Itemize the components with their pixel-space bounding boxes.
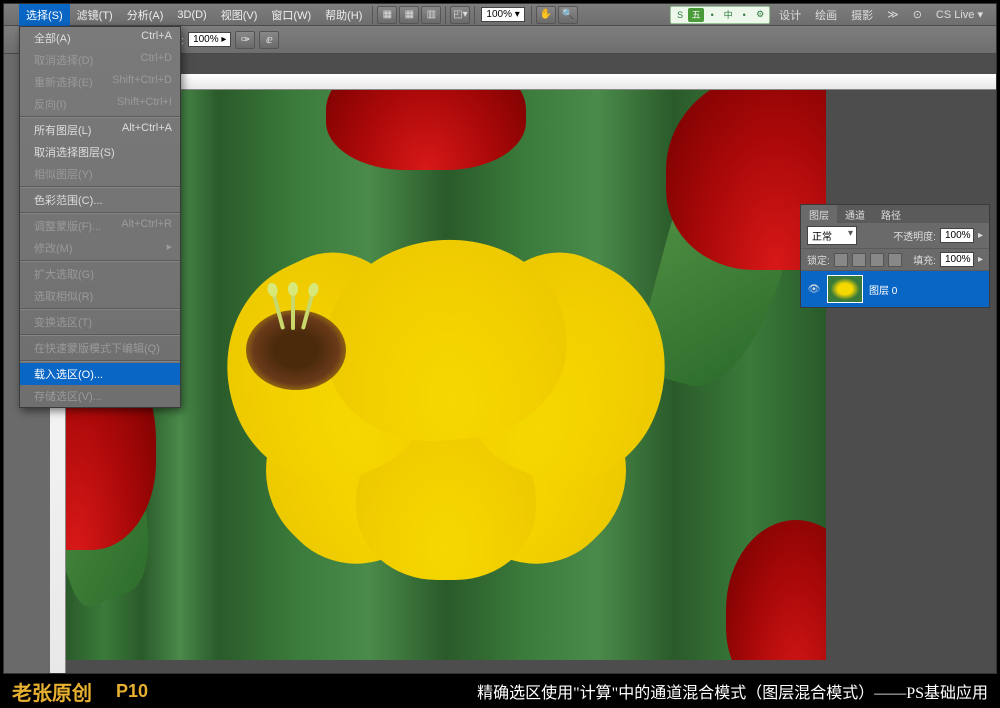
search-icon[interactable]: ⊙	[908, 6, 927, 23]
layers-panel: 图层 通道 路径 正常 不透明度: 100% ▸ 锁定: 填充: 100% ▸ …	[800, 204, 990, 308]
cslive-dropdown[interactable]: CS Live ▾	[931, 6, 988, 23]
ruler-horizontal[interactable]	[66, 74, 996, 90]
flow-input[interactable]: 100% ▸	[188, 32, 231, 47]
menu-deselect[interactable]: 取消选择(D)Ctrl+D	[20, 49, 180, 71]
select-menu-dropdown: 全部(A)Ctrl+A 取消选择(D)Ctrl+D 重新选择(E)Shift+C…	[19, 26, 181, 408]
menu-reselect[interactable]: 重新选择(E)Shift+Ctrl+D	[20, 71, 180, 93]
tab-channels[interactable]: 通道	[837, 205, 873, 224]
footer-caption: 老张原创 P10 精确选区使用"计算"中的通道混合模式（图层混合模式）——PS基…	[0, 674, 1000, 708]
menu-all-layers[interactable]: 所有图层(L)Alt+Ctrl+A	[20, 119, 180, 141]
menu-3d[interactable]: 3D(D)	[170, 6, 213, 24]
lock-position-icon[interactable]	[870, 253, 884, 267]
page-number: P10	[116, 681, 148, 702]
lock-transparent-icon[interactable]	[834, 253, 848, 267]
right-tools: S 五 • 中 • ⚙ 设计 绘画 摄影 ≫ ⊙ CS Live ▾	[670, 5, 996, 25]
menubar: 选择(S) 滤镜(T) 分析(A) 3D(D) 视图(V) 窗口(W) 帮助(H…	[4, 4, 996, 26]
fill-flyout-icon[interactable]: ▸	[978, 254, 983, 265]
separator	[372, 6, 373, 24]
lock-image-icon[interactable]	[852, 253, 866, 267]
tab-layers[interactable]: 图层	[801, 205, 837, 224]
layer-row[interactable]: 👁 图层 0	[801, 271, 989, 307]
link-photo[interactable]: 摄影	[846, 5, 878, 25]
layer-thumbnail[interactable]	[827, 275, 863, 303]
menu-transform-selection[interactable]: 变换选区(T)	[20, 311, 180, 333]
menu-refine-mask[interactable]: 调整蒙版(F)...Alt+Ctrl+R	[20, 215, 180, 237]
layer-name[interactable]: 图层 0	[869, 282, 897, 297]
ime-wubi-icon[interactable]: 五	[688, 8, 704, 22]
visibility-eye-icon[interactable]: 👁	[807, 282, 821, 296]
fill-label: 填充:	[913, 252, 936, 267]
menu-color-range[interactable]: 色彩范围(C)...	[20, 189, 180, 211]
menu-similar-layers[interactable]: 相似图层(Y)	[20, 163, 180, 185]
link-design[interactable]: 设计	[774, 5, 806, 25]
menu-similar[interactable]: 选取相似(R)	[20, 285, 180, 307]
menu-inverse[interactable]: 反向(I)Shift+Ctrl+I	[20, 93, 180, 115]
tb-zoom-icon[interactable]: 🔍	[558, 6, 578, 24]
menu-quick-mask[interactable]: 在快速蒙版模式下编辑(Q)	[20, 337, 180, 359]
canvas-area	[50, 54, 996, 673]
fill-input[interactable]: 100%	[940, 252, 974, 267]
tab-paths[interactable]: 路径	[873, 205, 909, 224]
ime-cn-icon[interactable]: 中	[720, 8, 736, 22]
opacity-flyout-icon[interactable]: ▸	[978, 230, 983, 241]
author-brand: 老张原创	[12, 677, 92, 706]
lock-label: 锁定:	[807, 252, 830, 267]
menu-select[interactable]: 选择(S)	[19, 4, 70, 26]
tb-icon-2[interactable]: ▦	[399, 6, 419, 24]
menu-modify[interactable]: 修改(M)▸	[20, 237, 180, 259]
brush-icon[interactable]: ⅇ	[259, 31, 279, 49]
link-paint[interactable]: 绘画	[810, 5, 842, 25]
opacity-label: 不透明度:	[893, 228, 936, 243]
photoshop-window: 选择(S) 滤镜(T) 分析(A) 3D(D) 视图(V) 窗口(W) 帮助(H…	[3, 3, 997, 674]
tutorial-title: 精确选区使用"计算"中的通道混合模式（图层混合模式）——PS基础应用	[477, 679, 988, 703]
menu-view[interactable]: 视图(V)	[214, 4, 265, 26]
blend-mode-select[interactable]: 正常	[807, 226, 857, 245]
menu-load-selection[interactable]: 载入选区(O)...	[20, 363, 180, 385]
menu-select-all[interactable]: 全部(A)Ctrl+A	[20, 27, 180, 49]
menu-deselect-layers[interactable]: 取消选择图层(S)	[20, 141, 180, 163]
ime-s-icon[interactable]: S	[672, 8, 688, 22]
zoom-level[interactable]: 100% ▾	[481, 7, 524, 22]
menu-grow[interactable]: 扩大选取(G)	[20, 263, 180, 285]
tb-icon-1[interactable]: ▦	[377, 6, 397, 24]
menu-filter[interactable]: 滤镜(T)	[70, 4, 120, 26]
menu-analysis[interactable]: 分析(A)	[120, 4, 171, 26]
separator	[445, 6, 446, 24]
ime-dot-icon[interactable]: •	[704, 8, 720, 22]
more-icon[interactable]: ≫	[882, 6, 904, 23]
ime-toolbar[interactable]: S 五 • 中 • ⚙	[670, 6, 770, 24]
ime-punct-icon[interactable]: •	[736, 8, 752, 22]
airbrush-icon[interactable]: ✑	[235, 31, 255, 49]
menu-help[interactable]: 帮助(H)	[318, 4, 369, 26]
tb-icon-3[interactable]: ▥	[421, 6, 441, 24]
opacity-input[interactable]: 100%	[940, 228, 974, 243]
tb-hand-icon[interactable]: ✋	[536, 6, 556, 24]
menu-save-selection[interactable]: 存储选区(V)...	[20, 385, 180, 407]
ime-gear-icon[interactable]: ⚙	[752, 8, 768, 22]
panel-tabs: 图层 通道 路径	[801, 205, 989, 223]
lock-all-icon[interactable]	[888, 253, 902, 267]
menu-window[interactable]: 窗口(W)	[264, 4, 318, 26]
tb-screen-mode[interactable]: ◰▾	[450, 6, 470, 24]
separator	[474, 6, 475, 24]
separator	[531, 6, 532, 24]
